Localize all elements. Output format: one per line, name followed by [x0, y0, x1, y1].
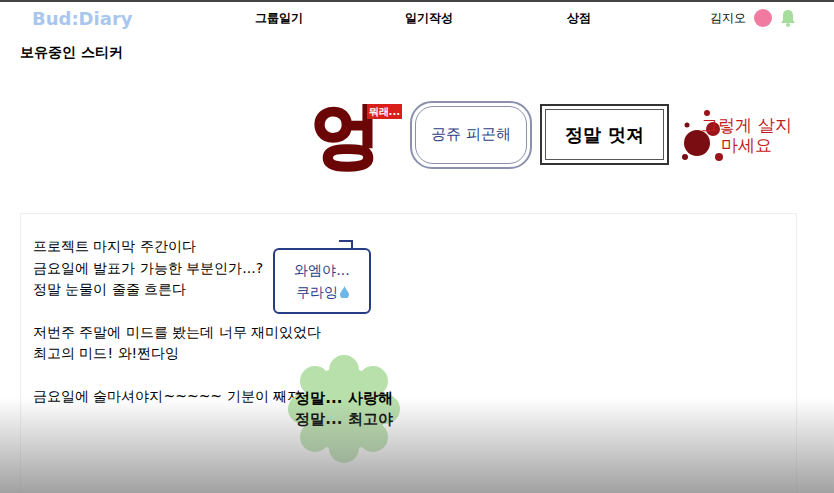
sticker-frame[interactable]: 정말 멋져 [540, 104, 669, 165]
sticker-shout[interactable]: 엉뭐래... [290, 90, 402, 180]
diary-paragraph: 저번주 주말에 미드를 봤는데 너무 재미있었다최고의 미드! 와!쩐다잉 [33, 322, 784, 365]
page: Bud:Diary 그룹일기일기작성상점 김지오보유중인 스티커엉뭐래...공쥬 피… [0, 0, 834, 493]
diary-card: 프로젝트 마지막 주간이다금요일에 발표가 가능한 부분인가...?정말 눈물이… [20, 213, 797, 493]
bottom-fade [0, 398, 834, 493]
top-nav: Bud:Diary 그룹일기일기작성상점 김지오 [0, 0, 834, 34]
nav-link[interactable]: 그룹일기 [204, 9, 354, 27]
sticker-bubble[interactable]: 와엠야...쿠라잉 [273, 240, 373, 318]
section-title: 보유중인 스티커 [0, 42, 834, 63]
sticker-list: 엉뭐래...공쥬 피곤해정말 멋져그렇게 살지마세요 [0, 87, 834, 182]
logo[interactable]: Bud:Diary [32, 8, 133, 29]
sticker-cloud[interactable]: 정말... 사랑해정말... 최고야 [285, 354, 403, 464]
drop-icon [340, 286, 349, 298]
user-name[interactable]: 김지오 [710, 9, 746, 27]
avatar-icon[interactable] [754, 9, 772, 27]
sticker-splatter[interactable]: 그렇게 살지마세요 [677, 95, 802, 175]
bell-icon[interactable] [780, 9, 796, 27]
diary-paragraph: 금요일에 술마셔야지~~~~~ 기분이 째져 [33, 386, 784, 408]
cloud-icon [285, 354, 403, 464]
nav-link[interactable]: 일기작성 [354, 9, 504, 27]
nav-link[interactable]: 상점 [504, 9, 654, 27]
diary-paragraph: 프로젝트 마지막 주간이다금요일에 발표가 가능한 부분인가...?정말 눈물이… [33, 236, 784, 301]
sticker-ornate[interactable]: 공쥬 피곤해 [410, 101, 532, 169]
